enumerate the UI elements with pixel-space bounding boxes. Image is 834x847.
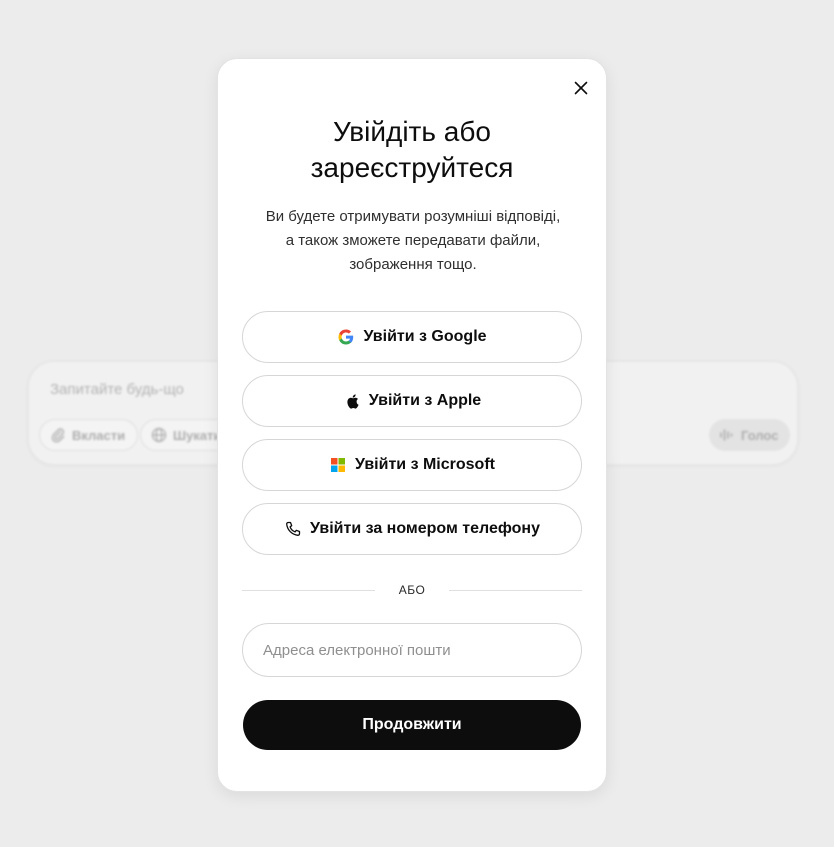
apple-login-label: Увійти з Apple	[368, 392, 482, 409]
divider-line-right	[449, 589, 583, 591]
google-login-label: Увійти з Google	[363, 328, 487, 345]
google-login-button[interactable]: Увійти з Google	[242, 311, 582, 363]
phone-login-label: Увійти за номером телефону	[310, 520, 540, 537]
modal-title-text: Увійдіть або зареєструйтеся	[310, 116, 514, 183]
voice-wave-icon	[720, 429, 733, 441]
phone-login-button[interactable]: Увійти за номером телефону	[242, 503, 582, 555]
or-divider: АБО	[242, 580, 583, 600]
divider-line-left	[242, 589, 375, 591]
composer-placeholder: Запитайте будь-що	[50, 381, 184, 398]
google-icon	[337, 328, 355, 346]
apple-login-button[interactable]: Увійти з Apple	[242, 375, 582, 427]
microsoft-login-button[interactable]: Увійти з Microsoft	[242, 439, 582, 491]
paperclip-icon	[51, 428, 65, 443]
search-label: Шукати	[173, 427, 222, 443]
modal-subtitle: Ви будете отримувати розумніші відповіді…	[265, 208, 561, 273]
microsoft-icon	[329, 456, 347, 474]
continue-button[interactable]: Продовжити	[243, 700, 581, 750]
voice-label: Голос	[741, 427, 779, 443]
close-button[interactable]	[570, 77, 592, 99]
attach-button: Вкласти	[39, 419, 139, 451]
divider-text: АБО	[398, 583, 426, 597]
voice-button: Голос	[709, 419, 791, 451]
globe-icon	[151, 427, 167, 443]
close-icon	[574, 81, 588, 95]
login-modal: Увійдіть або зареєструйтеся Ви будете от…	[217, 58, 607, 792]
microsoft-login-label: Увійти з Microsoft	[355, 456, 495, 473]
phone-icon	[284, 520, 302, 538]
attach-label: Вкласти	[72, 427, 126, 443]
apple-icon	[343, 392, 361, 410]
email-field[interactable]	[242, 623, 582, 677]
modal-title: Увійдіть або зареєструйтеся	[218, 114, 606, 186]
